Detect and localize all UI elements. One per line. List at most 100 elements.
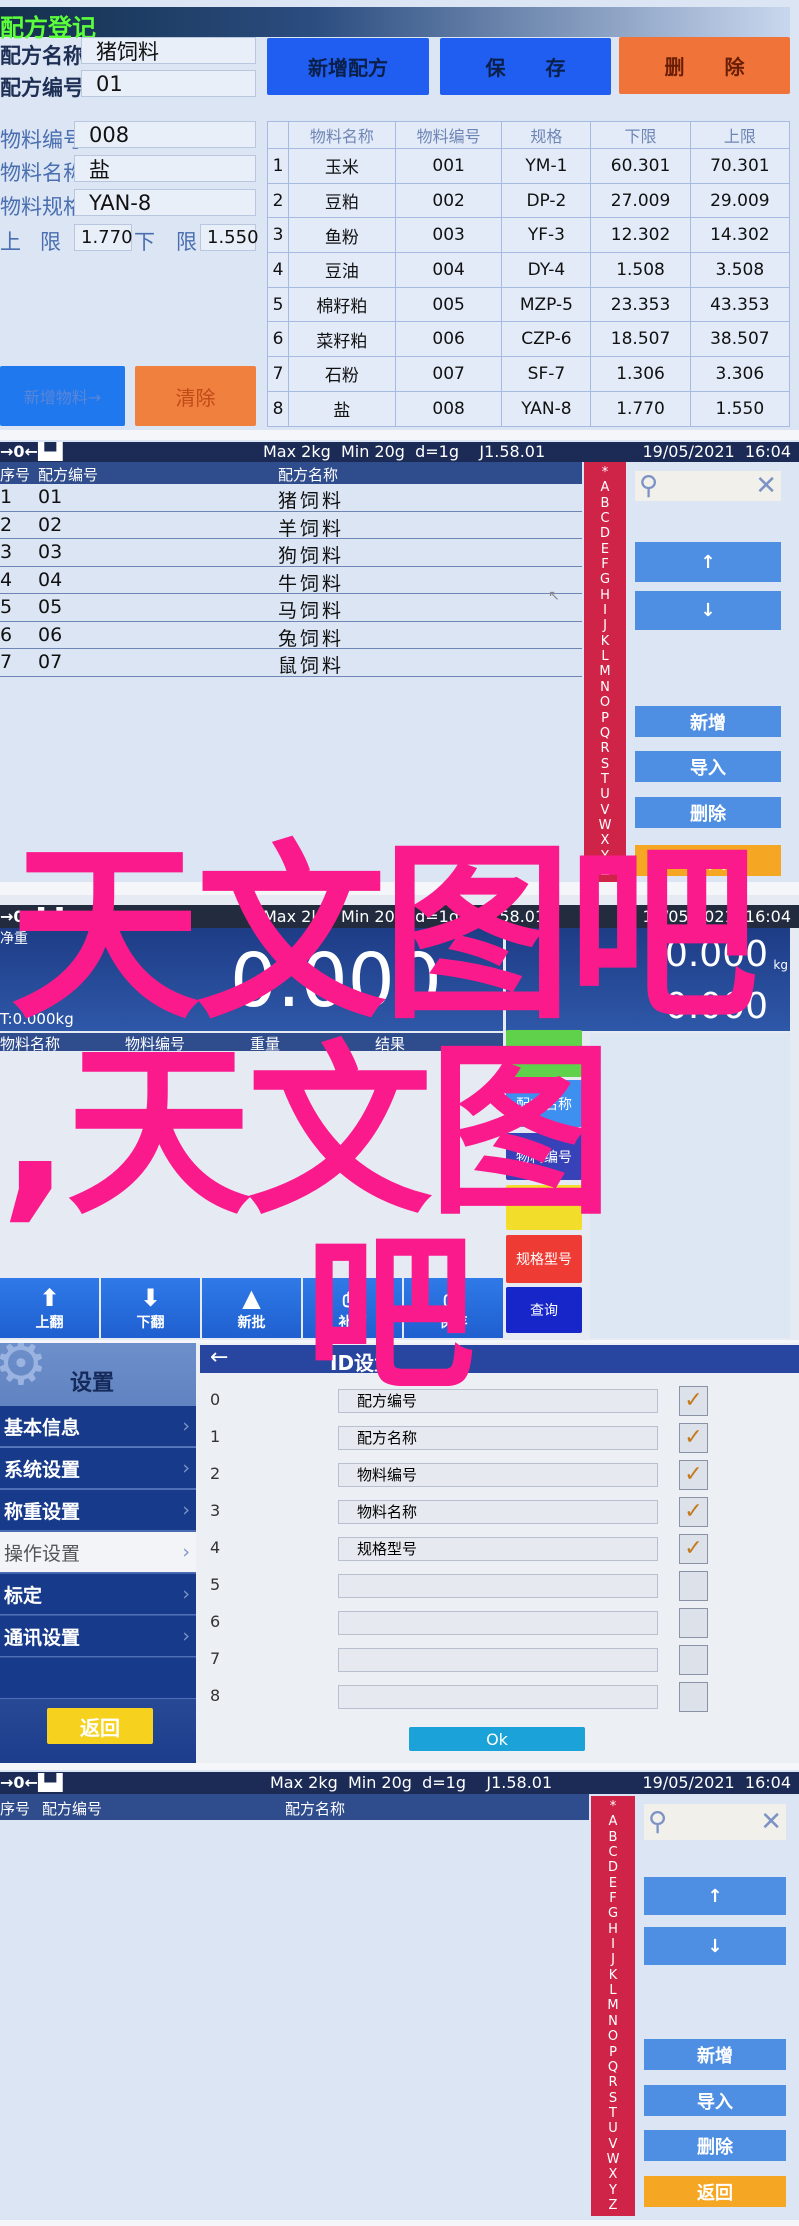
id-field-input[interactable] bbox=[338, 1574, 658, 1598]
alphabet-letter[interactable]: F bbox=[609, 1891, 616, 1906]
alphabet-index[interactable]: * A B C D E F G H I J K L M N O P Q R S T U V W X Y Z bbox=[584, 462, 626, 882]
checkbox[interactable] bbox=[679, 1571, 708, 1601]
id-field-input[interactable]: 物料编号 bbox=[338, 1463, 658, 1487]
material-no-field[interactable]: 008 bbox=[74, 121, 256, 148]
recipe-name-field[interactable]: 猪饲料 bbox=[81, 37, 256, 64]
import-button[interactable]: 导入 bbox=[644, 2085, 786, 2116]
delete-button[interactable]: 删 除 bbox=[619, 37, 790, 94]
checkbox[interactable] bbox=[679, 1608, 708, 1638]
material-name-field[interactable]: 盐 bbox=[74, 155, 256, 182]
toolbar-button[interactable]: ▲ 新批 bbox=[202, 1278, 301, 1338]
search-box[interactable]: ⚲ ✕ bbox=[635, 471, 781, 501]
alphabet-letter[interactable]: Y bbox=[601, 849, 609, 864]
alphabet-letter[interactable]: M bbox=[607, 1998, 618, 2013]
alphabet-letter[interactable]: A bbox=[601, 480, 610, 495]
alphabet-letter[interactable]: U bbox=[600, 787, 610, 802]
scroll-down-button[interactable]: ↓ bbox=[644, 1927, 786, 1965]
side-filter-button[interactable]: 配方编号 bbox=[506, 1030, 582, 1077]
alphabet-letter[interactable]: S bbox=[601, 757, 609, 772]
alphabet-letter[interactable]: V bbox=[609, 2137, 618, 2152]
lower-limit-field[interactable]: 1.550 bbox=[200, 224, 259, 251]
list-item[interactable]: 6 06 兔饲料 bbox=[0, 622, 582, 650]
alphabet-letter[interactable]: U bbox=[608, 2121, 618, 2136]
alphabet-letter[interactable]: I bbox=[603, 603, 607, 618]
alphabet-letter[interactable]: E bbox=[609, 1876, 617, 1891]
list-item[interactable]: 3 03 狗饲料 bbox=[0, 539, 582, 567]
alphabet-letter[interactable]: T bbox=[609, 2106, 617, 2121]
list-item[interactable]: 1 01 猪饲料 bbox=[0, 484, 582, 512]
alphabet-letter[interactable]: H bbox=[608, 1922, 618, 1937]
alphabet-letter[interactable]: R bbox=[608, 2075, 617, 2090]
alphabet-letter[interactable]: X bbox=[601, 833, 610, 848]
alphabet-letter[interactable]: Q bbox=[600, 726, 610, 741]
back-button[interactable]: 返回 bbox=[635, 845, 781, 876]
alphabet-letter[interactable]: C bbox=[608, 1845, 617, 1860]
alphabet-letter[interactable]: A bbox=[609, 1814, 618, 1829]
list-item[interactable]: 5 05 马饲料 bbox=[0, 594, 582, 622]
settings-menu-item[interactable]: 通讯设置 › bbox=[0, 1616, 196, 1657]
new-recipe-button[interactable]: 新增配方 bbox=[267, 38, 429, 95]
checkbox[interactable] bbox=[679, 1645, 708, 1675]
id-field-input[interactable] bbox=[338, 1685, 658, 1709]
alphabet-letter[interactable]: L bbox=[601, 649, 608, 664]
add-button[interactable]: 新增 bbox=[644, 2039, 786, 2070]
side-filter-button[interactable]: 物料编号 bbox=[506, 1133, 582, 1180]
alphabet-letter[interactable]: O bbox=[608, 2029, 618, 2044]
list-item[interactable]: 4 04 牛饲料 bbox=[0, 567, 582, 595]
alphabet-letter[interactable]: B bbox=[609, 1830, 618, 1845]
alphabet-letter[interactable]: N bbox=[608, 2014, 618, 2029]
side-filter-button[interactable] bbox=[506, 1185, 582, 1230]
alphabet-letter[interactable]: V bbox=[601, 803, 610, 818]
alphabet-letter[interactable]: L bbox=[609, 1983, 616, 1998]
table-row[interactable]: 3 鱼粉 003 YF-3 12.302 14.302 bbox=[267, 217, 791, 254]
alphabet-letter[interactable]: N bbox=[600, 680, 610, 695]
toolbar-button[interactable]: ⬆ 上翻 bbox=[0, 1278, 99, 1338]
material-spec-field[interactable]: YAN-8 bbox=[74, 189, 256, 216]
alphabet-letter[interactable]: D bbox=[608, 1860, 618, 1875]
alphabet-letter[interactable]: P bbox=[609, 2045, 617, 2060]
alphabet-letter[interactable]: * bbox=[610, 1799, 617, 1814]
clear-button[interactable]: 清除 bbox=[135, 366, 256, 426]
delete-button[interactable]: 删除 bbox=[635, 797, 781, 828]
upper-limit-field[interactable]: 1.770 bbox=[74, 224, 133, 251]
alphabet-letter[interactable]: Z bbox=[609, 2198, 618, 2213]
alphabet-index[interactable]: * A B C D E F G H I J K L M N O P Q R S T U V W X Y Z bbox=[591, 1796, 635, 2216]
alphabet-letter[interactable]: C bbox=[600, 511, 609, 526]
alphabet-letter[interactable]: D bbox=[600, 526, 610, 541]
alphabet-letter[interactable]: S bbox=[609, 2091, 617, 2106]
back-arrow-icon[interactable]: ← bbox=[210, 1345, 228, 1370]
alphabet-letter[interactable]: G bbox=[600, 572, 610, 587]
alphabet-letter[interactable]: B bbox=[601, 496, 610, 511]
alphabet-letter[interactable]: J bbox=[611, 1952, 615, 1967]
scroll-up-button[interactable]: ↑ bbox=[635, 542, 781, 582]
settings-menu-item[interactable]: 系统设置 › bbox=[0, 1448, 196, 1489]
checkbox[interactable]: ✓ bbox=[679, 1386, 708, 1416]
scroll-down-button[interactable]: ↓ bbox=[635, 591, 781, 630]
alphabet-letter[interactable]: O bbox=[600, 695, 610, 710]
alphabet-letter[interactable]: P bbox=[601, 711, 609, 726]
id-field-input[interactable]: 配方编号 bbox=[338, 1389, 658, 1413]
add-button[interactable]: 新增 bbox=[635, 706, 781, 737]
back-button[interactable]: 返回 bbox=[644, 2176, 786, 2207]
alphabet-letter[interactable]: J bbox=[603, 618, 607, 633]
alphabet-letter[interactable]: H bbox=[600, 588, 610, 603]
alphabet-letter[interactable]: Q bbox=[608, 2060, 618, 2075]
toolbar-button[interactable]: ⬇ 下翻 bbox=[101, 1278, 200, 1338]
alphabet-letter[interactable]: Y bbox=[609, 2183, 617, 2198]
settings-menu-item[interactable]: 基本信息 › bbox=[0, 1406, 196, 1447]
side-filter-button[interactable]: 查询 bbox=[506, 1287, 582, 1333]
alphabet-letter[interactable]: W bbox=[599, 818, 612, 833]
table-row[interactable]: 7 石粉 007 SF-7 1.306 3.306 bbox=[267, 356, 791, 392]
alphabet-letter[interactable]: E bbox=[601, 542, 609, 557]
save-button[interactable]: 保 存 bbox=[440, 38, 611, 95]
clear-icon[interactable]: ✕ bbox=[755, 471, 777, 501]
toolbar-button[interactable]: ⎙ 保存 bbox=[404, 1278, 503, 1338]
table-row[interactable]: 1 玉米 001 YM-1 60.301 70.301 bbox=[267, 148, 791, 184]
recipe-no-field[interactable]: 01 bbox=[81, 70, 256, 97]
checkbox[interactable]: ✓ bbox=[679, 1423, 708, 1453]
side-filter-button[interactable]: 规格型号 bbox=[506, 1235, 582, 1283]
table-row[interactable]: 2 豆粕 002 DP-2 27.009 29.009 bbox=[267, 182, 791, 219]
settings-menu-item[interactable]: 标定 › bbox=[0, 1574, 196, 1615]
id-field-input[interactable] bbox=[338, 1611, 658, 1635]
id-field-input[interactable]: 规格型号 bbox=[338, 1537, 658, 1561]
